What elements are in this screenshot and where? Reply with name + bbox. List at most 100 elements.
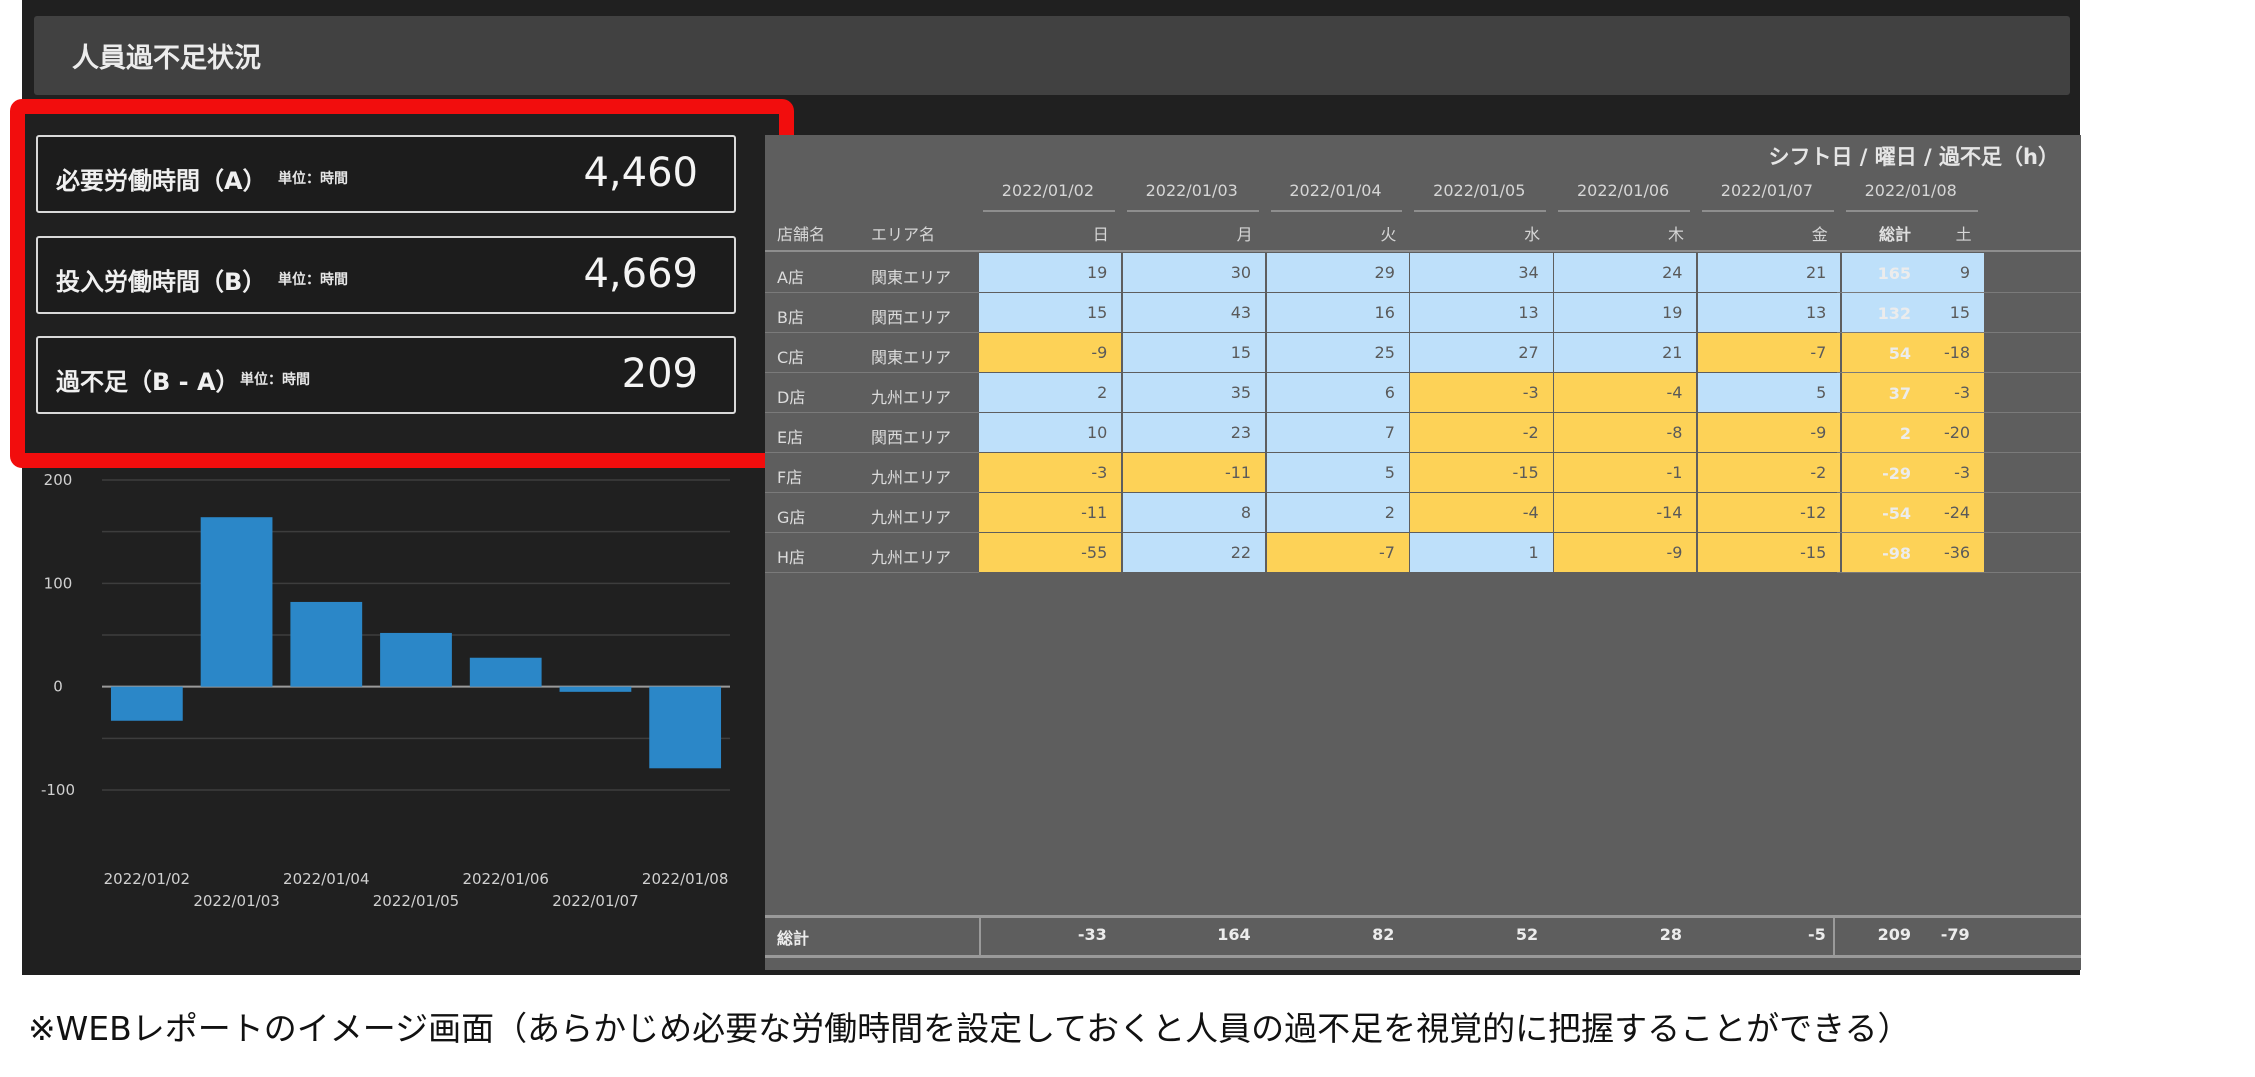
value-cell: 15 bbox=[1122, 333, 1266, 372]
x-tick-label: 2022/01/04 bbox=[283, 870, 369, 888]
value-cell: 25 bbox=[1266, 333, 1409, 372]
value-cell: 8 bbox=[1122, 493, 1266, 532]
value-cell: -11 bbox=[979, 493, 1122, 532]
x-tick-label: 2022/01/02 bbox=[104, 870, 190, 888]
table-caption: シフト日 / 曜日 / 過不足（h） bbox=[1768, 145, 2059, 169]
row-line bbox=[765, 332, 979, 333]
row-area-name: 九州エリア bbox=[871, 468, 952, 487]
header-underline bbox=[1126, 210, 1259, 212]
value-cell: 21 bbox=[1554, 333, 1697, 372]
bar bbox=[649, 686, 722, 769]
value-cell: -7 bbox=[1698, 333, 1841, 372]
value-cell: 2 bbox=[979, 373, 1122, 412]
bar bbox=[110, 686, 183, 721]
row-store-name: E店 bbox=[777, 428, 804, 447]
header-underline bbox=[983, 210, 1115, 212]
row-total: 132 bbox=[1877, 304, 1911, 323]
row-area-name: 九州エリア bbox=[871, 388, 952, 407]
date-header: 2022/01/04 bbox=[1289, 181, 1382, 200]
value-cell: 23 bbox=[1122, 413, 1266, 452]
row-line bbox=[765, 452, 979, 453]
y-tick-label: 200 bbox=[44, 471, 73, 489]
value-cell: -8 bbox=[1554, 413, 1697, 452]
value-cell: 16 bbox=[1266, 293, 1409, 332]
row-total: -98 bbox=[1882, 544, 1911, 563]
row-area-name: 関東エリア bbox=[871, 348, 952, 367]
weekday-header: 水 bbox=[1524, 225, 1541, 244]
value-cell: -9 bbox=[1698, 413, 1841, 452]
y-tick-label: -100 bbox=[41, 781, 75, 799]
value-cell: -12 bbox=[1698, 493, 1841, 532]
value-cell: -7 bbox=[1266, 533, 1409, 572]
bar bbox=[559, 686, 632, 692]
date-header: 2022/01/03 bbox=[1145, 181, 1238, 200]
bar-chart: 2001000-1002022/01/022022/01/032022/01/0… bbox=[41, 471, 730, 910]
footer-value: 82 bbox=[1372, 925, 1395, 944]
row-total: -29 bbox=[1882, 464, 1911, 483]
row-line bbox=[1837, 572, 2081, 573]
row-area-name: 関東エリア bbox=[871, 268, 952, 287]
value-cell: 21 bbox=[1698, 253, 1841, 292]
row-total: 165 bbox=[1877, 264, 1911, 283]
footer-bottom-line bbox=[765, 955, 2081, 958]
footer-value: -5 bbox=[1808, 925, 1826, 944]
x-tick-label: 2022/01/03 bbox=[193, 892, 279, 910]
y-tick-label: 100 bbox=[44, 574, 73, 592]
row-total: 54 bbox=[1888, 344, 1911, 363]
row-store-name: C店 bbox=[777, 348, 805, 367]
footer-value: 52 bbox=[1515, 925, 1539, 944]
row-line bbox=[765, 292, 979, 293]
row-area-name: 九州エリア bbox=[871, 508, 952, 527]
weekday-header: 木 bbox=[1667, 225, 1684, 244]
value-cell: 35 bbox=[1122, 373, 1266, 412]
row-total: 2 bbox=[1899, 424, 1911, 443]
shortage-table: シフト日 / 曜日 / 過不足（h） 2022/01/02 日 2022/01/03… bbox=[765, 135, 2081, 970]
row-store-name: A店 bbox=[777, 268, 804, 287]
value-cell: 27 bbox=[1410, 333, 1553, 372]
footer-value: -33 bbox=[1077, 925, 1107, 944]
row-line bbox=[765, 532, 979, 533]
value-cell: 1 bbox=[1410, 533, 1553, 572]
value-cell: -1 bbox=[1554, 453, 1697, 492]
bar bbox=[200, 517, 273, 687]
value-cell: 5 bbox=[1698, 373, 1841, 412]
bar bbox=[380, 632, 452, 687]
weekday-header: 月 bbox=[1236, 225, 1253, 244]
value-cell: 29 bbox=[1266, 253, 1409, 292]
value-cell: -3 bbox=[1410, 373, 1553, 412]
row-line bbox=[765, 372, 979, 373]
value-cell: 24 bbox=[1554, 253, 1697, 292]
footer-value: 164 bbox=[1217, 925, 1251, 944]
row-area-name: 関西エリア bbox=[871, 428, 952, 447]
value-cell: -11 bbox=[1122, 453, 1266, 492]
footer-value: 28 bbox=[1659, 925, 1682, 944]
value-cell: -15 bbox=[1698, 533, 1841, 572]
value-cell: -4 bbox=[1410, 493, 1553, 532]
footer-label: 総計 bbox=[777, 929, 810, 948]
value-cell: -2 bbox=[1410, 413, 1553, 452]
value-cell: 43 bbox=[1122, 293, 1266, 332]
row-area-name: 九州エリア bbox=[871, 548, 952, 567]
row-area-name: 関西エリア bbox=[871, 308, 952, 327]
value-cell: 7 bbox=[1266, 413, 1409, 452]
date-header: 2022/01/07 bbox=[1720, 181, 1813, 200]
row-total: 37 bbox=[1888, 384, 1911, 403]
date-header: 2022/01/02 bbox=[1001, 181, 1094, 200]
value-cell: 2 bbox=[1266, 493, 1409, 532]
row-line bbox=[765, 492, 979, 493]
header-underline bbox=[1702, 210, 1834, 212]
header-underline bbox=[1414, 210, 1547, 212]
area-header: エリア名 bbox=[871, 225, 936, 244]
bar bbox=[469, 657, 542, 687]
figure-caption: ※WEBレポートのイメージ画面（あらかじめ必要な労働時間を設定しておくと人員の過… bbox=[28, 1009, 1911, 1048]
header-underline bbox=[1558, 210, 1690, 212]
x-tick-label: 2022/01/06 bbox=[462, 870, 548, 888]
header-underline bbox=[1270, 210, 1403, 212]
bar bbox=[290, 601, 363, 687]
header-bottom-line bbox=[765, 250, 2081, 252]
x-tick-label: 2022/01/07 bbox=[552, 892, 638, 910]
footer-divider bbox=[1833, 915, 1835, 957]
value-cell: 5 bbox=[1266, 453, 1409, 492]
row-total: -54 bbox=[1882, 504, 1911, 523]
value-cell: 13 bbox=[1410, 293, 1553, 332]
